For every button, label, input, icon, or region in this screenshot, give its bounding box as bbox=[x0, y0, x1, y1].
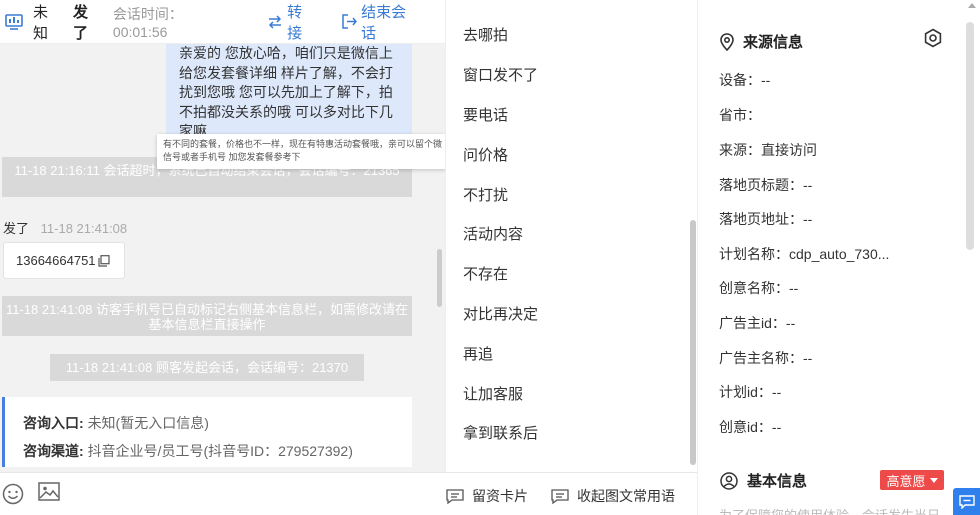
channel-value: 抖音企业号/员工号(抖音号ID：279527392) bbox=[87, 443, 353, 459]
field-province: 省市： bbox=[719, 107, 761, 123]
monitor-icon bbox=[4, 12, 24, 32]
field-device: 设备：-- bbox=[719, 72, 771, 88]
entry-key: 咨询入口: bbox=[23, 415, 84, 431]
field-creative-name: 创意名称：-- bbox=[719, 280, 799, 296]
phrase-item[interactable]: 拿到联系后 bbox=[463, 422, 538, 443]
phrase-toolbar: 留资卡片 收起图文常用语 bbox=[445, 472, 697, 515]
emoji-icon[interactable] bbox=[2, 483, 24, 508]
chat-panel: 未知 发了 会话时间：00:01:56 转接 结束会话 亲爱的 您放心哈，咱们只… bbox=[0, 0, 445, 515]
transfer-label: 转接 bbox=[287, 3, 303, 42]
location-pin-icon bbox=[720, 32, 734, 51]
consult-info-card: 咨询入口: 未知(暂无入口信息) 咨询渠道: 抖音企业号/员工号(抖音号ID：2… bbox=[2, 397, 412, 467]
phrase-item-partial[interactable]: …… bbox=[463, 0, 493, 2]
phrase-item[interactable]: 问价格 bbox=[463, 144, 508, 165]
collapse-phrases-button[interactable]: 收起图文常用语 bbox=[551, 486, 675, 506]
message-list[interactable]: 亲爱的 您放心哈，咱们只是微信上给您发套餐详细 样片了解，不会打扰到您哦 您可以… bbox=[0, 44, 445, 472]
sender-name: 发了 bbox=[3, 221, 30, 236]
privacy-notice: 为了保障您的使用体验，会话发生当日 bbox=[719, 505, 940, 515]
visitor-info-panel: 来源信息 设备：-- 省市： 来源：直接访问 落地页标题：-- 落地页地址：--… bbox=[697, 0, 980, 515]
copy-icon[interactable] bbox=[97, 254, 110, 267]
sender-time: 11-18 21:41:08 bbox=[40, 221, 128, 236]
info-scrollbar[interactable] bbox=[966, 22, 974, 250]
phrase-item[interactable]: 不存在 bbox=[463, 263, 508, 284]
transfer-button[interactable]: 转接 bbox=[267, 1, 317, 43]
field-advertiser-name: 广告主名称：-- bbox=[719, 350, 813, 366]
system-message: 11-18 21:41:08 顾客发起会话，会话编号：21370 bbox=[50, 354, 364, 381]
chat-header: 未知 发了 会话时间：00:01:56 转接 结束会话 bbox=[0, 0, 445, 44]
phone-message[interactable]: 13664664751 bbox=[3, 242, 125, 279]
image-icon[interactable] bbox=[38, 482, 60, 505]
phrase-scrollbar[interactable] bbox=[690, 220, 696, 465]
phrase-item[interactable]: 再追 bbox=[463, 343, 493, 364]
phrase-item[interactable]: 对比再决定 bbox=[463, 303, 538, 324]
entry-value: 未知(暂无入口信息) bbox=[87, 415, 209, 431]
phrase-item[interactable]: 让加客服 bbox=[463, 383, 523, 404]
basic-info-title: 基本信息 bbox=[720, 470, 807, 491]
phrase-item[interactable]: 要电话 bbox=[463, 104, 508, 125]
system-message: 11-18 21:41:08 访客手机号已自动标记右侧基本信息栏，如需修改请在基… bbox=[2, 296, 412, 336]
intent-level-label: 高意愿 bbox=[886, 473, 926, 489]
message-icon bbox=[551, 488, 569, 504]
source-info-label: 来源信息 bbox=[743, 34, 804, 51]
card-icon bbox=[446, 488, 464, 504]
end-session-label: 结束会话 bbox=[361, 3, 407, 42]
chat-bubble-icon bbox=[958, 494, 975, 509]
field-advertiser-id: 广告主id：-- bbox=[719, 315, 796, 331]
end-session-button[interactable]: 结束会话 bbox=[341, 1, 421, 43]
session-time: 会话时间：00:01:56 bbox=[112, 5, 183, 40]
intent-level-dropdown[interactable]: 高意愿 bbox=[880, 470, 944, 490]
chat-toolbar bbox=[0, 472, 445, 515]
settings-icon[interactable] bbox=[923, 28, 943, 51]
visitor-name: 未知 bbox=[32, 3, 48, 42]
channel-key: 咨询渠道: bbox=[23, 443, 84, 459]
sender-line: 发了 11-18 21:41:08 bbox=[3, 218, 127, 237]
lead-card-label: 留资卡片 bbox=[472, 488, 528, 504]
scroll-up-arrow-icon[interactable] bbox=[968, 3, 976, 8]
field-creative-id: 创意id：-- bbox=[719, 419, 782, 435]
phone-number: 13664664751 bbox=[16, 253, 96, 268]
phrase-preview-tooltip: 有不同的套餐，价格也不一样，现在有特惠活动套餐哦，亲可以留个微信号或者手机号 加… bbox=[157, 134, 445, 169]
collapse-phrases-label: 收起图文常用语 bbox=[577, 488, 675, 504]
chat-float-button[interactable] bbox=[953, 488, 980, 515]
field-landing-title: 落地页标题：-- bbox=[719, 177, 813, 193]
source-info-title: 来源信息 bbox=[720, 31, 803, 52]
lead-card-button[interactable]: 留资卡片 bbox=[446, 486, 528, 506]
field-plan-name: 计划名称：cdp_auto_730... bbox=[719, 246, 890, 262]
phrase-item[interactable]: 去哪拍 bbox=[463, 24, 508, 45]
field-plan-id: 计划id：-- bbox=[719, 384, 782, 400]
caret-down-icon bbox=[929, 477, 938, 483]
transfer-icon bbox=[269, 14, 282, 29]
quick-phrase-list: …… 去哪拍 窗口发不了 要电话 问价格 不打扰 活动内容 不存在 对比再决定 … bbox=[445, 0, 697, 472]
basic-info-label: 基本信息 bbox=[747, 473, 808, 490]
field-landing-url: 落地页地址：-- bbox=[719, 211, 813, 227]
chat-scrollbar[interactable] bbox=[437, 249, 442, 307]
field-source: 来源：直接访问 bbox=[719, 142, 817, 158]
exit-icon bbox=[342, 14, 358, 29]
phrase-item[interactable]: 不打扰 bbox=[463, 184, 508, 205]
visitor-nickname: 发了 bbox=[72, 3, 88, 42]
phrase-item[interactable]: 窗口发不了 bbox=[463, 64, 538, 85]
user-icon bbox=[720, 471, 738, 490]
phrase-item[interactable]: 活动内容 bbox=[463, 223, 523, 244]
